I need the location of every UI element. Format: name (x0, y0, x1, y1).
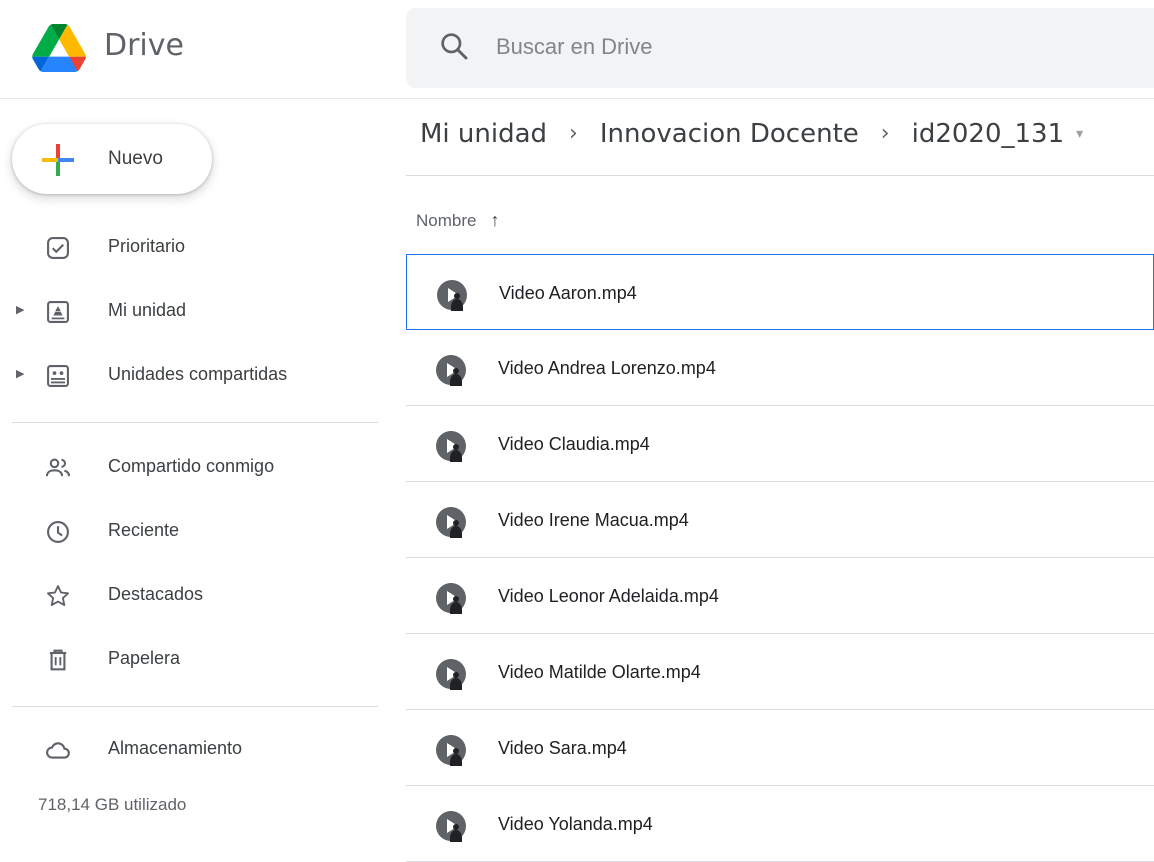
file-row[interactable]: Video Claudia.mp4 (406, 406, 1154, 482)
video-file-icon (436, 659, 466, 690)
file-list: Video Aaron.mp4 Video Andrea Lorenzo.mp4 V… (406, 254, 1154, 862)
dropdown-arrow-icon[interactable]: ▾ (1076, 126, 1083, 142)
file-name: Video Andrea Lorenzo.mp4 (498, 358, 716, 378)
file-row[interactable]: Video Aaron.mp4 (406, 254, 1154, 330)
video-file-icon (436, 811, 466, 842)
breadcrumb-item-current-folder[interactable]: id2020_131 (912, 119, 1065, 149)
file-row[interactable]: Video Leonor Adelaida.mp4 (406, 558, 1154, 634)
sidebar-item-label: Destacados (108, 584, 204, 604)
video-file-icon (436, 355, 466, 386)
sidebar-item-reciente[interactable]: Reciente (0, 506, 380, 556)
sidebar-item-almacenamiento[interactable]: Almacenamiento (0, 724, 380, 774)
file-name: Video Irene Macua.mp4 (498, 510, 689, 530)
search-bar[interactable]: Buscar en Drive (406, 8, 1154, 88)
search-input[interactable]: Buscar en Drive (496, 34, 653, 60)
file-name: Video Aaron.mp4 (499, 283, 637, 303)
priority-check-icon (47, 237, 69, 259)
sidebar-item-label: Prioritario (108, 236, 186, 256)
star-icon (47, 585, 69, 607)
file-name: Video Sara.mp4 (498, 738, 627, 758)
sidebar-item-prioritario[interactable]: Prioritario (0, 222, 380, 272)
sidebar-item-compartido-conmigo[interactable]: Compartido conmigo (0, 442, 380, 492)
new-button[interactable]: Nuevo (12, 124, 212, 194)
my-drive-icon (47, 301, 69, 323)
file-name: Video Leonor Adelaida.mp4 (498, 586, 719, 606)
sidebar-item-papelera[interactable]: Papelera (0, 634, 380, 684)
new-button-label: Nuevo (108, 148, 163, 169)
file-row[interactable]: Video Matilde Olarte.mp4 (406, 634, 1154, 710)
file-row[interactable]: Video Irene Macua.mp4 (406, 482, 1154, 558)
drive-logo-icon[interactable] (30, 24, 88, 72)
file-name: Video Yolanda.mp4 (498, 814, 653, 834)
sidebar-item-label: Almacenamiento (108, 738, 243, 758)
video-file-icon (437, 280, 467, 311)
cloud-icon (46, 742, 70, 759)
expand-arrow-icon[interactable]: ▶ (16, 303, 24, 316)
sidebar-item-mi-unidad[interactable]: ▶ Mi unidad (0, 286, 380, 336)
sidebar-item-label: Unidades compartidas (108, 364, 288, 384)
sidebar-item-label: Papelera (108, 648, 181, 668)
clock-icon (47, 521, 69, 543)
column-header-name[interactable]: Nombre ↑ (416, 210, 499, 231)
sort-arrow-up-icon[interactable]: ↑ (490, 210, 499, 230)
people-icon (45, 458, 71, 477)
video-file-icon (436, 735, 466, 766)
sidebar-item-unidades-compartidas[interactable]: ▶ Unidades compartidas (0, 350, 380, 400)
plus-icon (42, 144, 74, 176)
breadcrumb-item-innovacion-docente[interactable]: Innovacion Docente (600, 119, 859, 149)
expand-arrow-icon[interactable]: ▶ (16, 367, 24, 380)
chevron-right-icon: › (880, 121, 890, 146)
sidebar-item-label: Reciente (108, 520, 180, 540)
storage-used-text: 718,14 GB utilizado (38, 795, 187, 814)
sidebar-divider (12, 706, 378, 707)
file-row[interactable]: Video Sara.mp4 (406, 710, 1154, 786)
file-row[interactable]: Video Andrea Lorenzo.mp4 (406, 330, 1154, 406)
breadcrumb-item-mi-unidad[interactable]: Mi unidad (420, 119, 547, 149)
app-brand-title: Drive (104, 28, 184, 63)
video-file-icon (436, 507, 466, 538)
shared-drives-icon (47, 365, 69, 387)
column-header-label: Nombre (416, 211, 477, 230)
video-file-icon (436, 431, 466, 462)
file-name: Video Matilde Olarte.mp4 (498, 662, 701, 682)
sidebar-divider (12, 422, 378, 423)
search-icon[interactable] (438, 30, 470, 62)
file-row[interactable]: Video Yolanda.mp4 (406, 786, 1154, 862)
chevron-right-icon: › (569, 121, 578, 146)
breadcrumb: Mi unidad › Innovacion Docente › id2020_131 ▾ (420, 118, 1083, 149)
video-file-icon (436, 583, 466, 614)
sidebar-item-label: Mi unidad (108, 300, 187, 320)
sidebar-item-label: Compartido conmigo (108, 456, 275, 476)
main-divider (406, 175, 1154, 176)
sidebar-item-destacados[interactable]: Destacados (0, 570, 380, 620)
trash-icon (49, 649, 67, 671)
header-divider (0, 98, 1154, 99)
file-name: Video Claudia.mp4 (498, 434, 650, 454)
